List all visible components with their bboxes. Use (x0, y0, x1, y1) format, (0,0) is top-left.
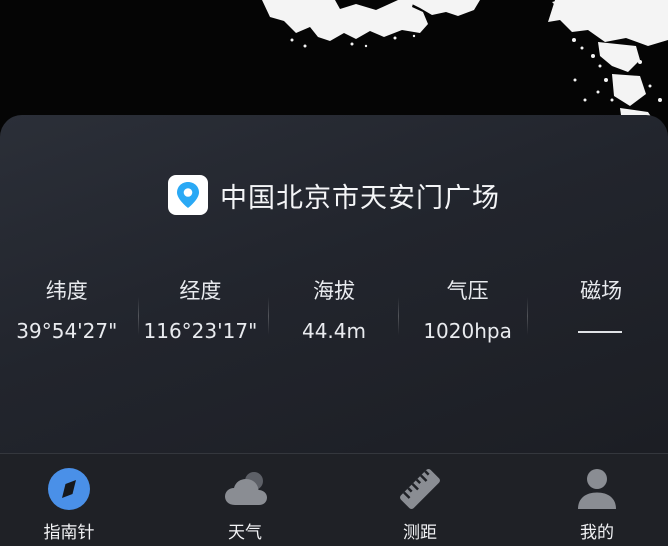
cloud-icon (223, 467, 267, 511)
location-title: 中国北京市天安门广场 (220, 182, 500, 214)
user-icon (575, 467, 619, 511)
stat-magnetic-field: 磁场 (534, 265, 668, 355)
stat-label: 纬度 (45, 279, 88, 303)
tab-label: 我的 (580, 523, 614, 543)
stat-divider (268, 297, 269, 335)
stats-row: 纬度 39°54'27" 经度 116°23'17" 海拔 44.4m 气压 1… (0, 265, 668, 355)
stat-value: 1020hpa (423, 319, 512, 343)
bottom-tab-bar: 指南针 天气 测距 我的 (0, 453, 668, 546)
ruler-icon (398, 467, 442, 511)
stat-label: 海拔 (312, 279, 355, 303)
tab-profile[interactable]: 我的 (537, 454, 657, 546)
stat-latitude: 纬度 39°54'27" (0, 265, 134, 355)
stat-label: 经度 (179, 279, 222, 303)
compass-icon (47, 467, 91, 511)
stat-label: 气压 (446, 279, 489, 303)
tab-compass[interactable]: 指南针 (9, 454, 129, 546)
stat-label: 磁场 (580, 279, 623, 303)
stat-divider (527, 297, 528, 335)
stat-pressure: 气压 1020hpa (401, 265, 535, 355)
tab-label: 测距 (403, 523, 437, 543)
tab-weather[interactable]: 天气 (185, 454, 305, 546)
location-header: 中国北京市天安门广场 (0, 174, 668, 216)
tab-distance[interactable]: 测距 (360, 454, 480, 546)
stat-value: 44.4m (301, 319, 366, 343)
stat-longitude: 经度 116°23'17" (134, 265, 268, 355)
stat-divider (398, 297, 399, 335)
tab-label: 天气 (228, 523, 262, 543)
stat-altitude: 海拔 44.4m (267, 265, 401, 355)
stat-value: 39°54'27" (16, 319, 118, 343)
stat-value: 116°23'17" (143, 319, 258, 343)
location-pin-icon (168, 175, 208, 215)
tab-label: 指南针 (43, 523, 95, 543)
location-info-card: 中国北京市天安门广场 纬度 39°54'27" 经度 116°23'17" 海拔… (0, 115, 668, 453)
stat-empty-dash (578, 331, 623, 333)
stat-divider (138, 297, 139, 335)
